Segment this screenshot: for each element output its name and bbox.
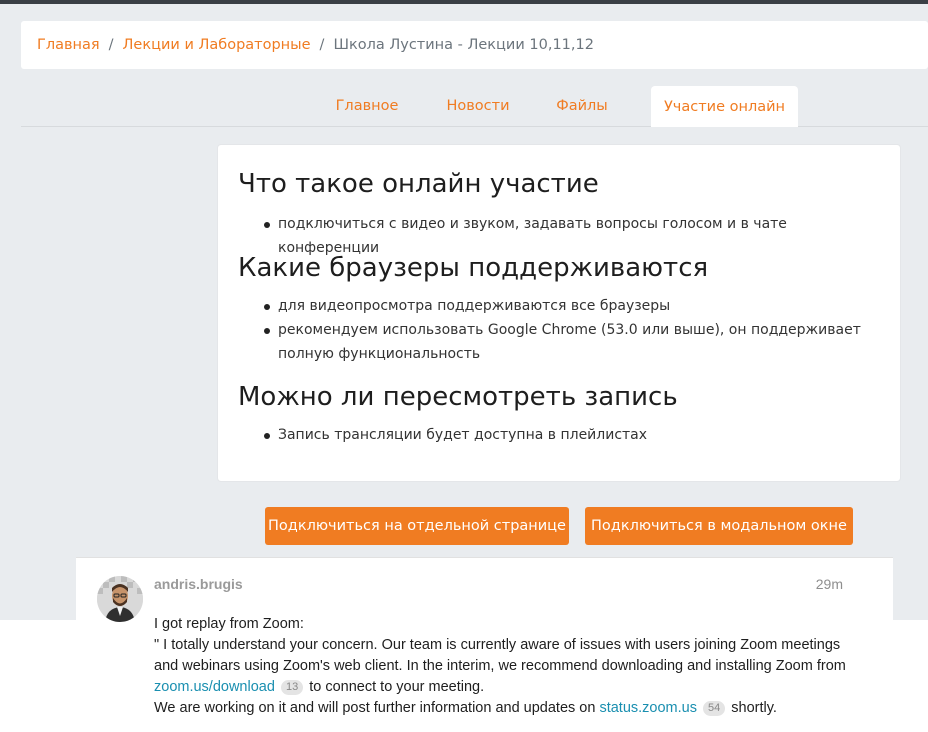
message-text: to connect to your meeting. — [305, 679, 485, 695]
message-text: shortly. — [727, 700, 777, 716]
section-heading: Что такое онлайн участие — [238, 169, 599, 199]
avatar[interactable] — [97, 576, 143, 622]
bullet-list: Запись трансляции будет доступна в плейл… — [262, 423, 882, 447]
chat-message: andris.brugis 29m I got replay from Zoom… — [76, 557, 893, 732]
breadcrumb-separator: / — [108, 37, 114, 53]
message-text: We are working on it and will post furth… — [154, 700, 600, 716]
info-card: Что такое онлайн участие подключиться с … — [217, 144, 901, 482]
section-heading: Какие браузеры поддерживаются — [238, 253, 709, 283]
breadcrumb: Главная / Лекции и Лабораторные / Школа … — [21, 21, 928, 69]
list-item: рекомендуем использовать Google Chrome (… — [262, 318, 882, 366]
breadcrumb-lectures[interactable]: Лекции и Лабораторные — [123, 37, 311, 53]
section-heading: Можно ли пересмотреть запись — [238, 382, 678, 412]
tab-news[interactable]: Новости — [436, 86, 520, 126]
link-count-badge: 13 — [280, 680, 304, 695]
breadcrumb-current: Школа Лустина - Лекции 10,11,12 — [333, 37, 594, 53]
zoom-status-link[interactable]: status.zoom.us — [599, 700, 697, 716]
bullet-list: для видеопросмотра поддерживаются все бр… — [262, 294, 882, 366]
join-separate-page-button[interactable]: Подключиться на отдельной странице — [265, 507, 569, 545]
message-line: I got replay from Zoom: — [154, 616, 304, 632]
message-body: I got replay from Zoom: " I totally unde… — [154, 614, 854, 719]
message-paragraph: " I totally understand your concern. Our… — [154, 635, 854, 698]
link-count-badge: 54 — [703, 701, 726, 716]
message-time: 29m — [815, 576, 843, 592]
message-text: " I totally understand your concern. Our… — [154, 637, 846, 674]
username[interactable]: andris.brugis — [154, 576, 243, 592]
breadcrumb-separator: / — [319, 37, 325, 53]
breadcrumb-home[interactable]: Главная — [37, 37, 100, 53]
tab-main[interactable]: Главное — [328, 86, 406, 126]
tab-files[interactable]: Файлы — [548, 86, 616, 126]
join-modal-button[interactable]: Подключиться в модальном окне — [585, 507, 853, 545]
tab-online[interactable]: Участие онлайн — [651, 86, 798, 127]
zoom-download-link[interactable]: zoom.us/download — [154, 679, 275, 695]
list-item: Запись трансляции будет доступна в плейл… — [262, 423, 882, 447]
message-line: We are working on it and will post furth… — [154, 698, 854, 719]
list-item: для видеопросмотра поддерживаются все бр… — [262, 294, 882, 318]
